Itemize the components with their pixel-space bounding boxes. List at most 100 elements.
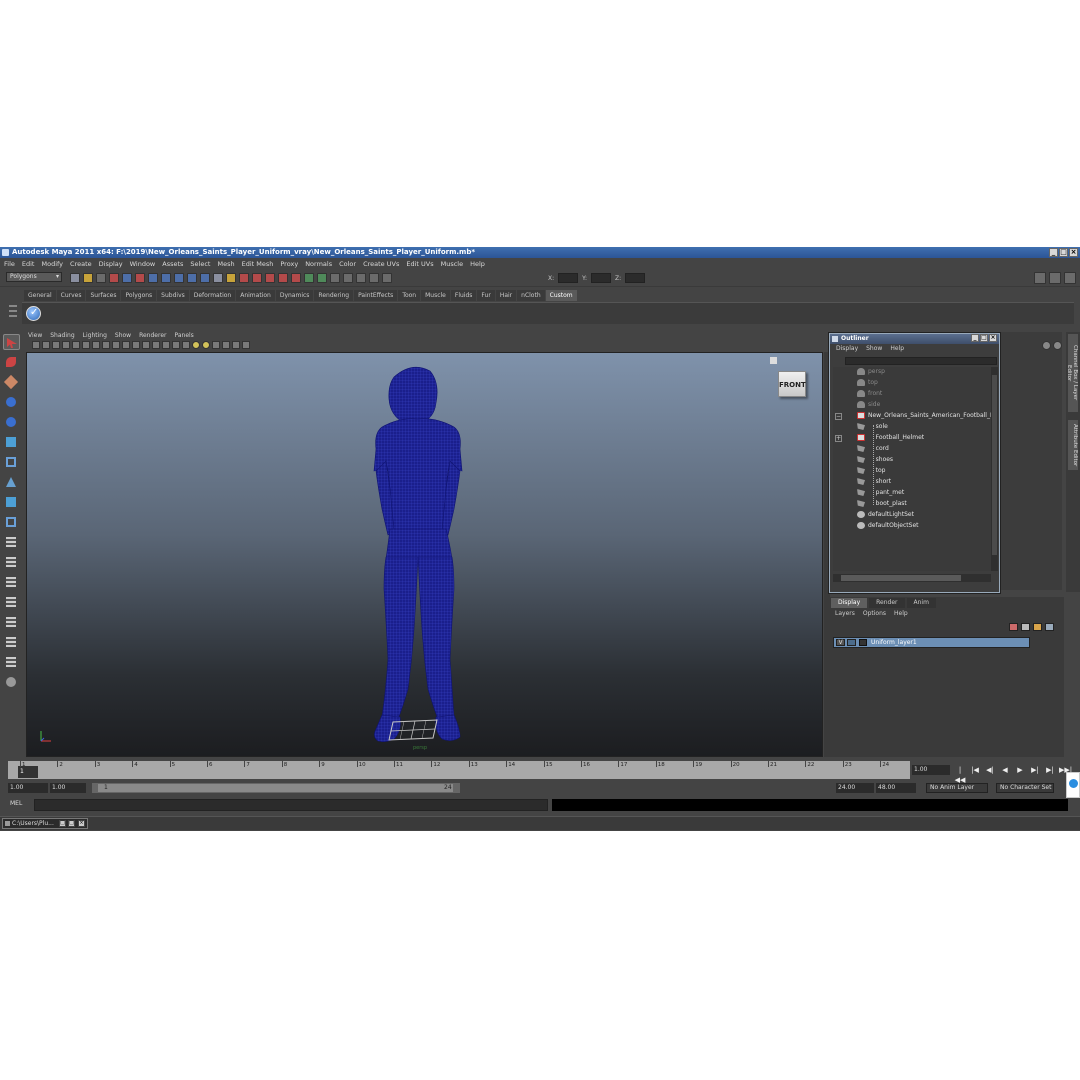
snap-plane-icon[interactable]: [187, 273, 197, 283]
help-line-icon[interactable]: [1066, 772, 1080, 798]
new-layer-selected-icon[interactable]: [1045, 623, 1054, 631]
menu-select[interactable]: Select: [190, 260, 210, 268]
new-layer-icon[interactable]: [1033, 623, 1042, 631]
safe-title-icon[interactable]: [142, 341, 150, 349]
render-frame-icon[interactable]: [239, 273, 249, 283]
play-backwards-icon[interactable]: ◀: [999, 765, 1011, 775]
persp-outliner-layout-icon[interactable]: [3, 574, 20, 590]
history-icon[interactable]: [213, 273, 223, 283]
viewport-menu-panels[interactable]: Panels: [174, 331, 193, 340]
outliner-close-button[interactable]: ×: [989, 334, 997, 342]
range-slider[interactable]: 1 24: [92, 783, 460, 793]
shelf-tab-ncloth[interactable]: nCloth: [517, 290, 545, 301]
shelf-tab-hair[interactable]: Hair: [495, 290, 517, 301]
outliner-item-default-object-set[interactable]: defaultObjectSet: [857, 521, 919, 531]
menu-normals[interactable]: Normals: [305, 260, 332, 268]
menu-mesh[interactable]: Mesh: [217, 260, 234, 268]
persp-graph-layout-icon[interactable]: [3, 594, 20, 610]
outliner-minimize-button[interactable]: _: [971, 334, 979, 342]
shelf-tab-dynamics[interactable]: Dynamics: [275, 290, 314, 301]
safe-action-icon[interactable]: [132, 341, 140, 349]
shelf-tab-fur[interactable]: Fur: [477, 290, 495, 301]
current-time-field[interactable]: 1.00: [912, 765, 950, 775]
show-attribute-editor-icon[interactable]: [1034, 272, 1046, 284]
snap-curve-icon[interactable]: [161, 273, 171, 283]
lasso-tool-icon[interactable]: [3, 354, 20, 370]
menu-help[interactable]: Help: [470, 260, 485, 268]
minimized-window-item[interactable]: C:\Users\Plu... □ □ ×: [2, 818, 88, 829]
menu-edit[interactable]: Edit: [22, 260, 35, 268]
camera-bookmark-icon[interactable]: [42, 341, 50, 349]
outliner-horizontal-scrollbar[interactable]: [833, 574, 991, 582]
outliner-item-player-group[interactable]: New_Orleans_Saints_American_Football_P: [857, 411, 994, 421]
layer-menu-options[interactable]: Options: [863, 610, 886, 617]
gate-mask-icon[interactable]: [112, 341, 120, 349]
outliner-item-front[interactable]: front: [857, 389, 882, 399]
move-layer-icon[interactable]: [1009, 623, 1018, 631]
textured-icon[interactable]: [182, 341, 190, 349]
channel-box-options-icon[interactable]: [1053, 341, 1062, 350]
outliner-filter-input[interactable]: [845, 357, 997, 365]
shelf-checkmark-icon[interactable]: [26, 306, 41, 321]
render-settings-icon[interactable]: [265, 273, 275, 283]
shelf-tab-toon[interactable]: Toon: [398, 290, 421, 301]
shelf-tab-rendering[interactable]: Rendering: [314, 290, 354, 301]
menu-create[interactable]: Create: [70, 260, 92, 268]
viewport-menu-lighting[interactable]: Lighting: [83, 331, 107, 340]
layer-playback-toggle[interactable]: [847, 639, 856, 646]
x-field[interactable]: [558, 273, 579, 283]
menu-file[interactable]: File: [4, 260, 15, 268]
film-gate-icon[interactable]: [92, 341, 100, 349]
outliner-item-default-light-set[interactable]: defaultLightSet: [857, 510, 914, 520]
universal-manipulator-icon[interactable]: [3, 454, 20, 470]
two-d-pan-zoom-icon[interactable]: [62, 341, 70, 349]
menu-modify[interactable]: Modify: [41, 260, 63, 268]
outliner-menu-show[interactable]: Show: [866, 344, 882, 354]
shelf-tab-subdivs[interactable]: Subdivs: [157, 290, 189, 301]
shelf-tab-custom[interactable]: Custom: [545, 290, 577, 301]
layer-tab-display[interactable]: Display: [831, 598, 868, 608]
character-set-dropdown[interactable]: No Character Set: [996, 783, 1054, 793]
backface-culling-icon[interactable]: [242, 341, 250, 349]
shelf-tab-deformation[interactable]: Deformation: [189, 290, 236, 301]
maximize-minimized-button[interactable]: □: [68, 820, 75, 827]
camera-attributes-icon[interactable]: [32, 341, 40, 349]
menu-assets[interactable]: Assets: [162, 260, 183, 268]
football-player-wireframe[interactable]: [342, 359, 492, 749]
snap-grid-icon[interactable]: [148, 273, 158, 283]
outliner-menu-help[interactable]: Help: [890, 344, 904, 354]
outliner-item-short[interactable]: short: [857, 477, 891, 487]
render-view-icon[interactable]: [291, 273, 301, 283]
expand-toggle-icon[interactable]: +: [835, 435, 842, 442]
make-live-icon[interactable]: [200, 273, 210, 283]
new-scene-icon[interactable]: [70, 273, 80, 283]
outliner-item-top[interactable]: top: [857, 466, 885, 476]
last-tool-icon[interactable]: [3, 514, 20, 530]
grid-icon[interactable]: [82, 341, 90, 349]
restore-window-button[interactable]: □: [59, 820, 66, 827]
shelf-tab-polygons[interactable]: Polygons: [121, 290, 157, 301]
channel-box-sphere-icon[interactable]: [1042, 341, 1051, 350]
empty-layer-icon[interactable]: [1021, 623, 1030, 631]
outliner-layout-icon[interactable]: [3, 634, 20, 650]
wireframe-on-shaded-icon[interactable]: [172, 341, 180, 349]
menu-window[interactable]: Window: [130, 260, 156, 268]
paint-select-tool-icon[interactable]: [3, 374, 20, 390]
viewcube[interactable]: FRONT: [778, 371, 806, 397]
select-object-icon[interactable]: [122, 273, 132, 283]
current-frame-marker[interactable]: 1: [18, 766, 38, 778]
viewport-menu-renderer[interactable]: Renderer: [139, 331, 166, 340]
minimize-button[interactable]: _: [1049, 248, 1058, 257]
outliner-item-side[interactable]: side: [857, 400, 880, 410]
grease-pencil-icon[interactable]: [72, 341, 80, 349]
use-all-lights-icon[interactable]: [192, 341, 200, 349]
open-scene-icon[interactable]: [83, 273, 93, 283]
outliner-menu-display[interactable]: Display: [836, 344, 858, 354]
close-minimized-button[interactable]: ×: [78, 820, 85, 827]
menu-set-select[interactable]: Polygons: [6, 272, 62, 282]
shelf-tab-animation[interactable]: Animation: [236, 290, 275, 301]
menu-color[interactable]: Color: [339, 260, 356, 268]
play-forwards-icon[interactable]: ▶: [1014, 765, 1026, 775]
image-plane-icon[interactable]: [52, 341, 60, 349]
menu-edit-uvs[interactable]: Edit UVs: [406, 260, 433, 268]
